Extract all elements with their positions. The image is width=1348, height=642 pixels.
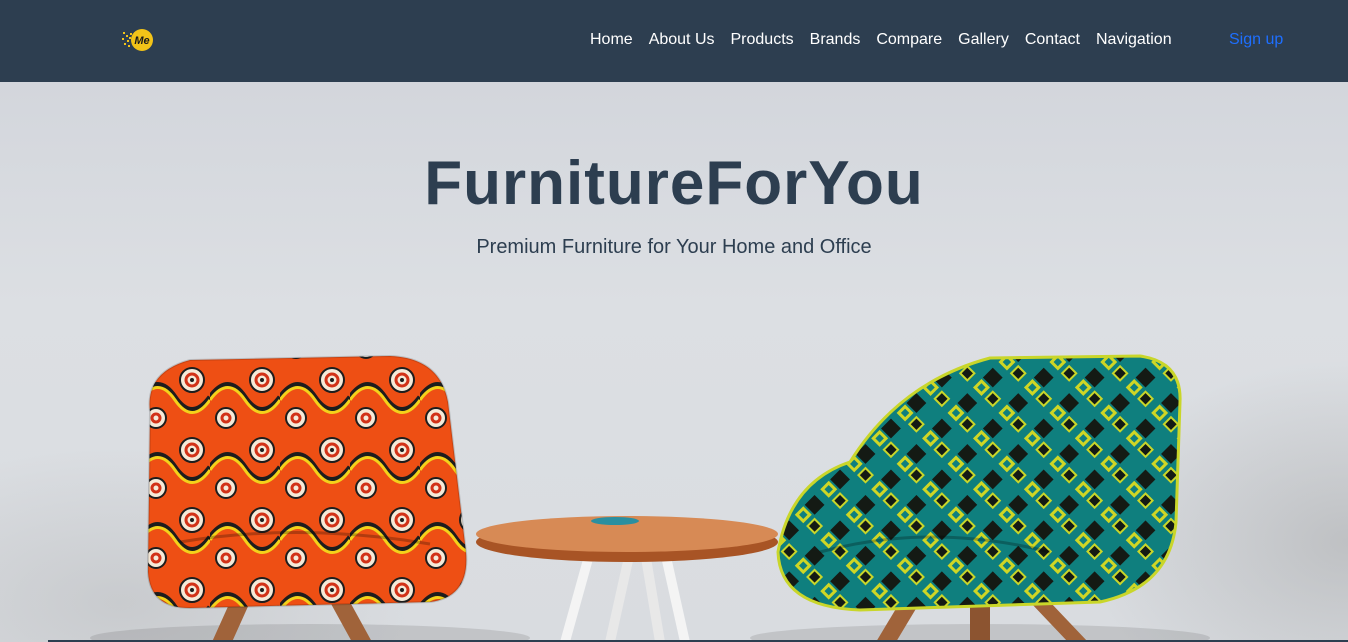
- nav-link-brands[interactable]: Brands: [810, 30, 861, 50]
- nav-link-about-us[interactable]: About Us: [649, 30, 715, 50]
- nav-links: Home About Us Products Brands Compare Ga…: [590, 30, 1188, 50]
- nav-link-gallery[interactable]: Gallery: [958, 30, 1009, 50]
- signup-link[interactable]: Sign up: [1229, 30, 1283, 50]
- hero-subtitle: Premium Furniture for Your Home and Offi…: [476, 236, 872, 258]
- nav-link-home[interactable]: Home: [590, 30, 633, 50]
- hero-title: FurnitureForYou: [424, 149, 924, 218]
- navbar: Me Home About Us Products Brands Compare…: [0, 0, 1348, 82]
- logo-text: Me: [134, 35, 149, 47]
- hero-section: FurnitureForYou Premium Furniture for Yo…: [0, 82, 1348, 642]
- nav-link-compare[interactable]: Compare: [876, 30, 942, 50]
- nav-link-contact[interactable]: Contact: [1025, 30, 1080, 50]
- nav-link-products[interactable]: Products: [731, 30, 794, 50]
- logo-icon[interactable]: Me: [120, 26, 156, 54]
- nav-link-navigation[interactable]: Navigation: [1096, 30, 1172, 50]
